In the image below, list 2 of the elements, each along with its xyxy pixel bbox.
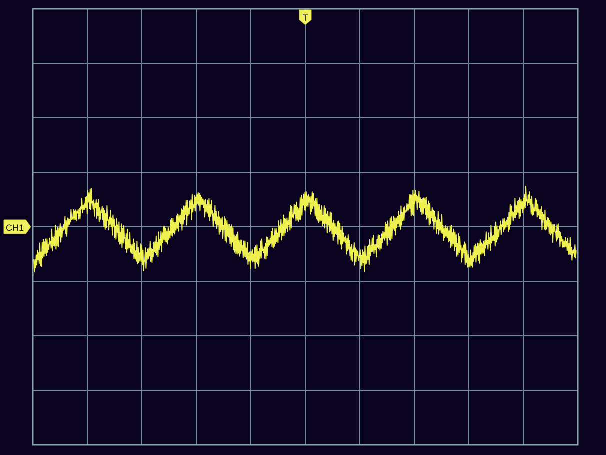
- trigger-marker[interactable]: T: [299, 10, 312, 26]
- channel-marker[interactable]: CH1: [4, 220, 32, 234]
